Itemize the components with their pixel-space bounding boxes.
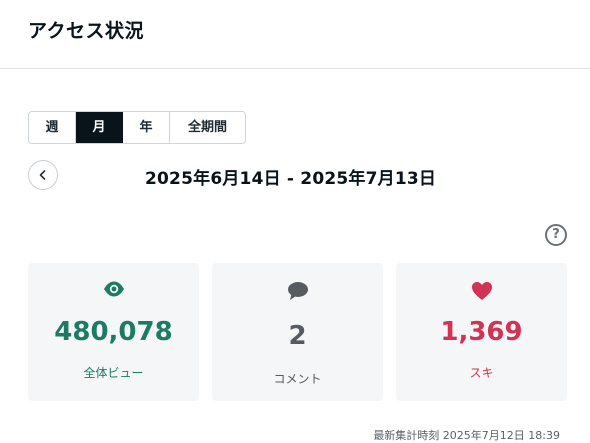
stat-card-views: 480,078 全体ビュー (28, 263, 199, 401)
comments-value: 2 (288, 321, 307, 351)
tab-week[interactable]: 週 (29, 112, 76, 143)
chevron-left-icon (37, 166, 49, 185)
last-updated: 最新集計時刻 2025年7月12日 18:39 (373, 429, 560, 442)
views-label: 全体ビュー (83, 366, 144, 380)
views-value: 480,078 (54, 317, 173, 347)
heart-icon (396, 281, 567, 301)
comments-label: コメント (273, 372, 322, 386)
likes-value: 1,369 (440, 317, 523, 347)
period-tabs: 週 月 年 全期間 (28, 111, 246, 144)
help-icon[interactable]: ? (545, 224, 567, 246)
tab-year[interactable]: 年 (123, 112, 170, 143)
stat-card-comments: 2 コメント (212, 263, 383, 401)
comment-icon (212, 281, 383, 301)
page-header: アクセス状況 (0, 0, 590, 69)
date-range: 2025年6月14日 - 2025年7月13日 (145, 169, 437, 189)
likes-label: スキ (469, 366, 494, 380)
stat-card-likes: 1,369 スキ (396, 263, 567, 401)
previous-period-button[interactable] (28, 160, 58, 190)
page-title: アクセス状況 (28, 20, 145, 42)
eye-icon (28, 281, 199, 297)
tab-all-time[interactable]: 全期間 (170, 112, 245, 143)
tab-month[interactable]: 月 (76, 112, 123, 143)
